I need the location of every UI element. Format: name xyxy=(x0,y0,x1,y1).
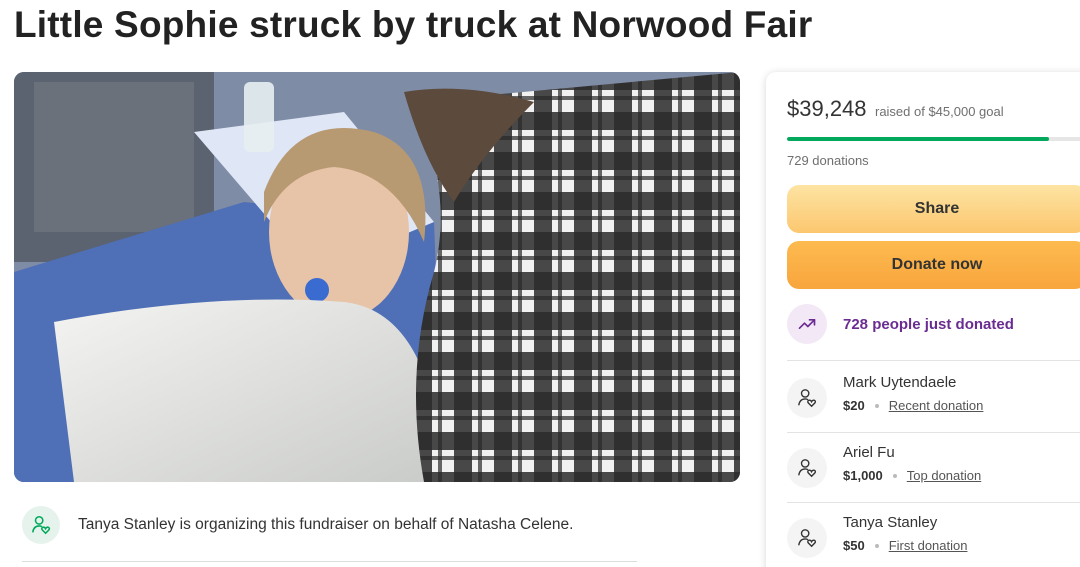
donor-tag-link[interactable]: First donation xyxy=(889,538,968,553)
donor-meta: $50 First donation xyxy=(843,538,967,553)
divider xyxy=(787,360,1080,361)
campaign-photo-image xyxy=(14,72,740,482)
donate-now-button[interactable]: Donate now xyxy=(787,241,1080,289)
divider xyxy=(787,502,1080,503)
trending-up-icon xyxy=(787,304,827,344)
donor-icon xyxy=(787,378,827,418)
share-button[interactable]: Share xyxy=(787,185,1080,233)
donor-tag-link[interactable]: Recent donation xyxy=(889,398,984,413)
amount-raised: $39,248 xyxy=(787,96,867,121)
donor-tag-link[interactable]: Top donation xyxy=(907,468,981,483)
organizer-row: Tanya Stanley is organizing this fundrai… xyxy=(22,502,637,548)
donation-sidebar: $39,248 raised of $45,000 goal 729 donat… xyxy=(766,72,1080,567)
donor-amount: $1,000 xyxy=(843,468,883,483)
donor-item: Ariel Fu $1,000 Top donation xyxy=(787,444,1080,496)
recent-activity-text: 728 people just donated xyxy=(843,315,1014,333)
donor-meta: $1,000 Top donation xyxy=(843,468,981,483)
organizer-description: Tanya Stanley is organizing this fundrai… xyxy=(78,516,574,533)
progress-fill xyxy=(787,137,1049,141)
donor-amount: $50 xyxy=(843,538,865,553)
page-title: Little Sophie struck by truck at Norwood… xyxy=(14,4,813,45)
progress-bar xyxy=(787,137,1080,141)
donor-icon xyxy=(787,518,827,558)
donor-name: Tanya Stanley xyxy=(843,514,938,531)
donor-name: Mark Uytendaele xyxy=(843,374,957,391)
campaign-photo[interactable] xyxy=(14,72,740,482)
user-heart-icon xyxy=(22,506,60,544)
amount-raised-line: $39,248 raised of $45,000 goal xyxy=(787,96,1004,122)
donor-item: Mark Uytendaele $20 Recent donation xyxy=(787,374,1080,426)
goal-text: raised of $45,000 goal xyxy=(874,104,1004,119)
divider xyxy=(787,432,1080,433)
donor-icon xyxy=(787,448,827,488)
separator-dot xyxy=(892,473,897,478)
organizer-divider xyxy=(22,561,637,562)
donor-name: Ariel Fu xyxy=(843,444,895,461)
donations-count: 729 donations xyxy=(787,153,869,168)
recent-activity: 728 people just donated xyxy=(787,304,1014,344)
donor-item: Tanya Stanley $50 First donation xyxy=(787,514,1080,566)
donor-meta: $20 Recent donation xyxy=(843,398,983,413)
donor-amount: $20 xyxy=(843,398,865,413)
separator-dot xyxy=(874,543,879,548)
separator-dot xyxy=(874,403,879,408)
